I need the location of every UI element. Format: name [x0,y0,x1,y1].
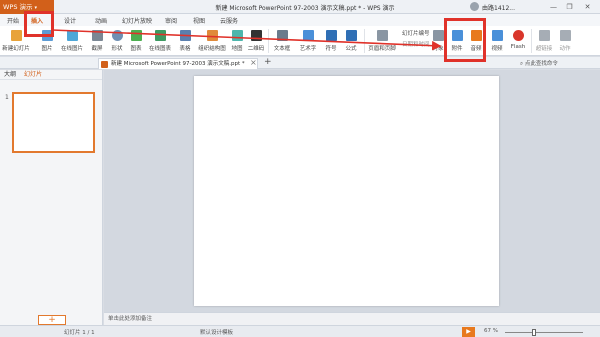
textbox-icon [276,30,288,41]
play-slideshow-button[interactable]: ▶ [462,327,475,337]
map-button[interactable]: 地图 [230,26,244,56]
online-chart-button[interactable]: 在线图表 [146,26,174,56]
new-tab-button[interactable]: + [264,57,272,67]
header-footer-icon [376,30,388,41]
shape-button[interactable]: 形状 [108,26,126,56]
tab-slideshow[interactable]: 幻灯片放映 [122,16,152,25]
ribbon-divider [364,29,365,53]
table-button[interactable]: 表格 [176,26,194,56]
map-icon [231,30,243,41]
minimize-button[interactable]: — [548,2,559,12]
document-tab-label: 新建 Microsoft PowerPoint 97-2003 演示文稿.ppt… [111,61,245,67]
zoom-slider-handle[interactable] [532,329,536,336]
add-slide-button[interactable]: + [38,315,66,325]
shape-icon [111,30,123,41]
chart-icon [130,30,142,41]
ribbon-toolbar: 新建幻灯片 图片 在线图片 截屏 形状 图表 在线图表 表格 组织结构图 地图 … [0,26,600,56]
wordart-button[interactable]: 艺术字 [296,26,320,56]
tab-home[interactable]: 开始 [7,16,19,25]
online-chart-icon [154,30,166,41]
slide-thumbnail[interactable] [12,92,95,153]
screenshot-icon [91,30,103,41]
video-button[interactable]: 视频 [488,26,506,56]
slide-number-item[interactable]: 幻灯片编号 [402,29,430,37]
window-title: 新建 Microsoft PowerPoint 97-2003 演示文稿.ppt… [215,5,395,12]
close-tab-icon[interactable]: × [250,58,257,67]
hyperlink-icon [538,30,550,41]
tab-cloud[interactable]: 云服务 [220,16,238,25]
omega-icon [325,30,337,41]
online-picture-button[interactable]: 在线图片 [60,26,84,56]
wordart-icon [302,30,314,41]
user-name[interactable]: 由路1412... [482,3,515,12]
slide-panel: 大纲 幻灯片 1 + [0,70,103,325]
tab-view[interactable]: 视图 [193,16,205,25]
new-slide-icon [10,30,22,41]
org-chart-icon [206,30,218,41]
ribbon-divider [268,29,269,53]
ppt-file-icon [101,61,108,68]
tab-outline[interactable]: 大纲 [4,70,16,80]
editing-canvas [104,70,600,312]
object-icon [432,30,444,41]
slide-number: 1 [5,94,9,101]
header-footer-button[interactable]: 页眉和页脚 [366,26,398,56]
status-bar: 幻灯片 1 / 1 默认设计模板 ▶ 67 % [0,325,600,337]
play-icon: ▶ [466,328,471,335]
tab-design[interactable]: 设计 [64,16,76,25]
flash-button[interactable]: Flash [508,26,528,56]
tab-review[interactable]: 审阅 [165,16,177,25]
avatar[interactable] [470,2,479,11]
slide-count: 幻灯片 1 / 1 [64,330,95,336]
qrcode-button[interactable]: 二维码 [246,26,266,56]
date-time-item[interactable]: 日期和时间 [402,40,430,48]
pi-icon [345,30,357,41]
qrcode-icon [250,30,262,41]
close-button[interactable]: ✕ [582,2,593,12]
hyperlink-button[interactable]: 超链接 [533,26,555,56]
video-icon [491,30,503,41]
table-icon [179,30,191,41]
flash-icon [512,30,524,41]
menu-bar: 开始 插入 设计 动画 幻灯片放映 审阅 视图 云服务 [0,14,600,41]
action-button[interactable]: 动作 [556,26,574,56]
highlight-attachment-audio [444,18,486,62]
maximize-button[interactable]: ❐ [564,2,575,12]
zoom-slider[interactable] [505,332,583,333]
screenshot-button[interactable]: 截屏 [88,26,106,56]
document-tab[interactable]: 新建 Microsoft PowerPoint 97-2003 演示文稿.ppt… [98,58,258,69]
ribbon-divider [531,29,532,53]
highlight-insert-tab [24,11,54,37]
formula-button[interactable]: 公式 [342,26,360,56]
action-icon [559,30,571,41]
app-name: WPS 演示 [3,3,33,11]
tab-animation[interactable]: 动画 [95,16,107,25]
panel-tabs: 大纲 幻灯片 [0,70,102,80]
online-picture-icon [66,30,78,41]
slide-canvas[interactable] [194,76,499,306]
chart-button[interactable]: 图表 [128,26,144,56]
command-search[interactable]: ⌕ 点此查找命令 [520,59,558,68]
symbol-button[interactable]: 符号 [322,26,340,56]
title-bar: WPS 演示 ▾ 新建 Microsoft PowerPoint 97-2003 … [0,0,600,14]
org-chart-button[interactable]: 组织结构图 [196,26,228,56]
tab-slides[interactable]: 幻灯片 [24,70,42,80]
document-tab-bar: 新建 Microsoft PowerPoint 97-2003 演示文稿.ppt… [0,57,600,69]
theme-name: 默认设计模板 [200,330,234,336]
textbox-button[interactable]: 文本框 [270,26,294,56]
zoom-level: 67 % [484,328,498,334]
notes-pane[interactable]: 单击此处添加备注 [104,312,600,325]
